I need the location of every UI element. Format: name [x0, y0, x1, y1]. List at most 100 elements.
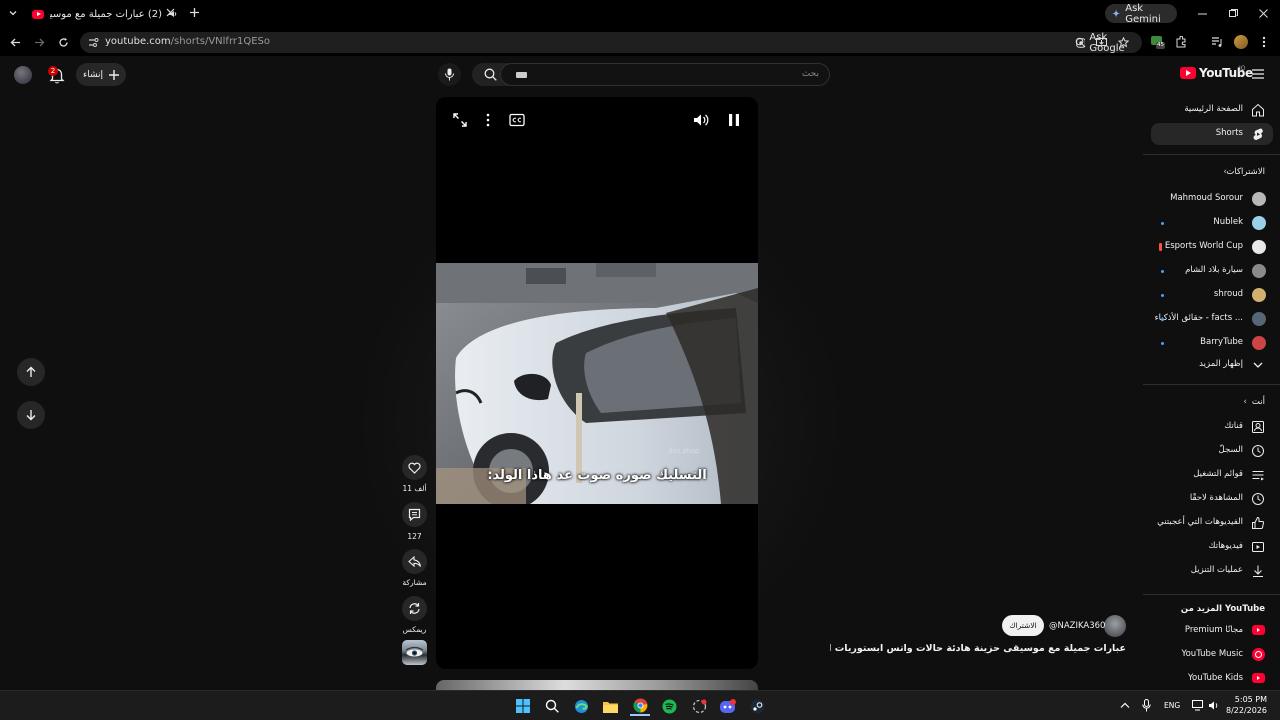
tab-title: (2) عبارات جميلة مع موسيقى	[50, 8, 162, 20]
sidebar-item-show-more[interactable]: إظهار المزيد	[1151, 354, 1273, 376]
account-avatar[interactable]	[14, 66, 32, 84]
sidebar-item-your-videos[interactable]: فيديوهاتك	[1151, 536, 1273, 558]
previous-short-button[interactable]	[17, 358, 45, 386]
comments-button[interactable]	[402, 502, 427, 527]
sidebar-item-premium[interactable]: Premium مجانًا	[1151, 620, 1273, 642]
address-bar[interactable]: youtube.com/shorts/VNlfrr1QESo Ask Googl…	[80, 32, 1142, 54]
channel-name[interactable]: @NAZIKA360	[1049, 621, 1105, 631]
window-close-icon[interactable]	[1259, 9, 1268, 18]
taskbar-search-icon[interactable]	[542, 696, 562, 716]
voice-search-button[interactable]	[438, 63, 461, 86]
remix-button[interactable]	[402, 596, 427, 621]
guide-menu-button[interactable]	[1250, 66, 1266, 82]
channel-avatar[interactable]	[1104, 615, 1126, 637]
network-icon[interactable]	[1192, 700, 1204, 711]
bookmark-star-icon[interactable]	[1118, 37, 1129, 48]
sidebar-item-watch-later[interactable]: المشاهدة لاحقًا	[1151, 488, 1273, 510]
chrome-icon[interactable]	[630, 696, 650, 716]
sidebar-item-youtube-kids[interactable]: YouTube Kids	[1151, 668, 1273, 690]
sidebar-subscription-item[interactable]: BarryTube	[1151, 332, 1273, 354]
volume-icon[interactable]	[692, 111, 710, 129]
sidebar-item-youtube-music[interactable]: YouTube Music	[1151, 644, 1273, 666]
site-info-icon[interactable]	[88, 37, 99, 48]
fullscreen-icon[interactable]	[451, 111, 469, 129]
sidebar-item-channel[interactable]: قناتك	[1151, 416, 1273, 438]
sidebar-item-label: Shorts	[1215, 128, 1243, 138]
edge-icon[interactable]	[571, 696, 591, 716]
youtube-kids-icon	[1252, 673, 1265, 683]
next-short-button[interactable]	[17, 401, 45, 429]
like-button[interactable]	[402, 455, 427, 480]
steam-alt-icon[interactable]	[689, 696, 709, 716]
subscriptions-header-label: الاشتراكات	[1226, 167, 1265, 177]
you-header[interactable]: أنت ‹	[1151, 394, 1273, 412]
windows-start-icon[interactable]	[513, 696, 533, 716]
sidebar-subscription-item[interactable]: Nublek	[1151, 212, 1273, 234]
search-input[interactable]: بحث	[500, 63, 830, 86]
media-controls-icon[interactable]	[1211, 36, 1223, 48]
extensions-puzzle-icon[interactable]	[1176, 36, 1188, 48]
extension-badge-icon[interactable]: 45	[1151, 36, 1165, 49]
more-options-icon[interactable]	[479, 111, 497, 129]
video-caption: التسليك صوره صوت عد هاذا الولد:	[487, 468, 707, 483]
url-text[interactable]: youtube.com/shorts/VNlfrr1QESo	[105, 36, 270, 47]
sidebar-item-like[interactable]: الفيديوهات التي أعجبتني	[1151, 512, 1273, 534]
forward-icon[interactable]	[34, 37, 45, 48]
captions-icon[interactable]	[508, 111, 526, 129]
restore-icon[interactable]	[1229, 9, 1238, 18]
tab-search-icon[interactable]	[8, 8, 18, 18]
browser-tab-active[interactable]: (2) عبارات جميلة مع موسيقى	[26, 2, 184, 26]
subscription-name: Nublek	[1213, 217, 1243, 227]
video-frame[interactable]: des.zhop التسليك صوره صوت عد هاذا الولد:	[436, 263, 758, 504]
tab-close-icon[interactable]	[166, 8, 175, 17]
discord-icon[interactable]	[718, 696, 738, 716]
system-clock[interactable]: 5:05 PM 8/22/2026	[1226, 694, 1267, 716]
tray-chevron-up-icon[interactable]	[1120, 701, 1130, 709]
sound-thumbnail[interactable]	[402, 640, 427, 665]
sidebar-subscription-item[interactable]: حقائق الأذكياء - facts ...	[1151, 308, 1273, 330]
sidebar-subscription-item[interactable]: Esports World Cup	[1151, 236, 1273, 258]
subscription-avatar	[1252, 336, 1266, 350]
volume-tray-icon[interactable]	[1208, 700, 1220, 711]
minimize-icon[interactable]	[1198, 9, 1207, 18]
reload-icon[interactable]	[58, 37, 69, 48]
sidebar-subscription-item[interactable]: shroud	[1151, 284, 1273, 306]
keyboard-icon[interactable]	[516, 72, 527, 78]
sidebar-subscription-item[interactable]: سيارة بلاد الشام	[1151, 260, 1273, 282]
sidebar-item-download[interactable]: عمليات التنزيل	[1151, 560, 1273, 582]
chrome-menu-icon[interactable]	[1262, 36, 1266, 48]
url-host: youtube.com	[105, 36, 171, 47]
spotify-icon[interactable]	[659, 696, 679, 716]
subscriptions-header[interactable]: الاشتراكات ‹	[1151, 164, 1273, 182]
steam-icon[interactable]	[747, 696, 767, 716]
sidebar-item-history[interactable]: السجلّ	[1151, 440, 1273, 462]
search-icon	[484, 68, 497, 81]
create-button[interactable]: إنشاء	[76, 63, 126, 86]
chevron-down-icon	[1253, 362, 1263, 368]
install-app-icon[interactable]	[1096, 37, 1107, 48]
back-icon[interactable]	[10, 37, 21, 48]
sidebar-subscription-item[interactable]: Mahmoud Sorour	[1151, 188, 1273, 210]
arrow-down-icon	[26, 410, 36, 421]
share-icon	[408, 555, 421, 567]
video-watermark: des.zhop	[668, 447, 700, 455]
subscribe-button[interactable]: الاشتراك	[1002, 615, 1044, 636]
sidebar-item-playlists[interactable]: قوائم التشغيل	[1151, 464, 1273, 486]
pause-icon[interactable]	[725, 111, 743, 129]
zoom-icon[interactable]	[1075, 37, 1086, 48]
input-language[interactable]: ENG	[1164, 701, 1180, 710]
new-tab-icon[interactable]	[189, 7, 200, 18]
ask-gemini-button[interactable]: Ask Gemini	[1105, 3, 1177, 25]
sidebar-item-home[interactable]: الصفحة الرئيسية	[1151, 99, 1273, 121]
short-title[interactable]: عبارات جميلة مع موسيقى حزينة هادئة حالات…	[830, 643, 1126, 654]
sidebar-item-shorts[interactable]: Shorts	[1151, 123, 1273, 145]
subscription-name: BarryTube	[1200, 337, 1243, 347]
youtube-premium-icon	[1252, 625, 1265, 635]
comment-icon	[408, 508, 421, 521]
file-explorer-icon[interactable]	[600, 696, 620, 716]
tray-microphone-icon[interactable]	[1142, 699, 1151, 712]
share-button[interactable]	[402, 549, 427, 574]
next-short-preview[interactable]	[436, 680, 758, 690]
shorts-player[interactable]: des.zhop التسليك صوره صوت عد هاذا الولد:	[436, 97, 758, 669]
profile-avatar[interactable]	[1234, 35, 1248, 49]
